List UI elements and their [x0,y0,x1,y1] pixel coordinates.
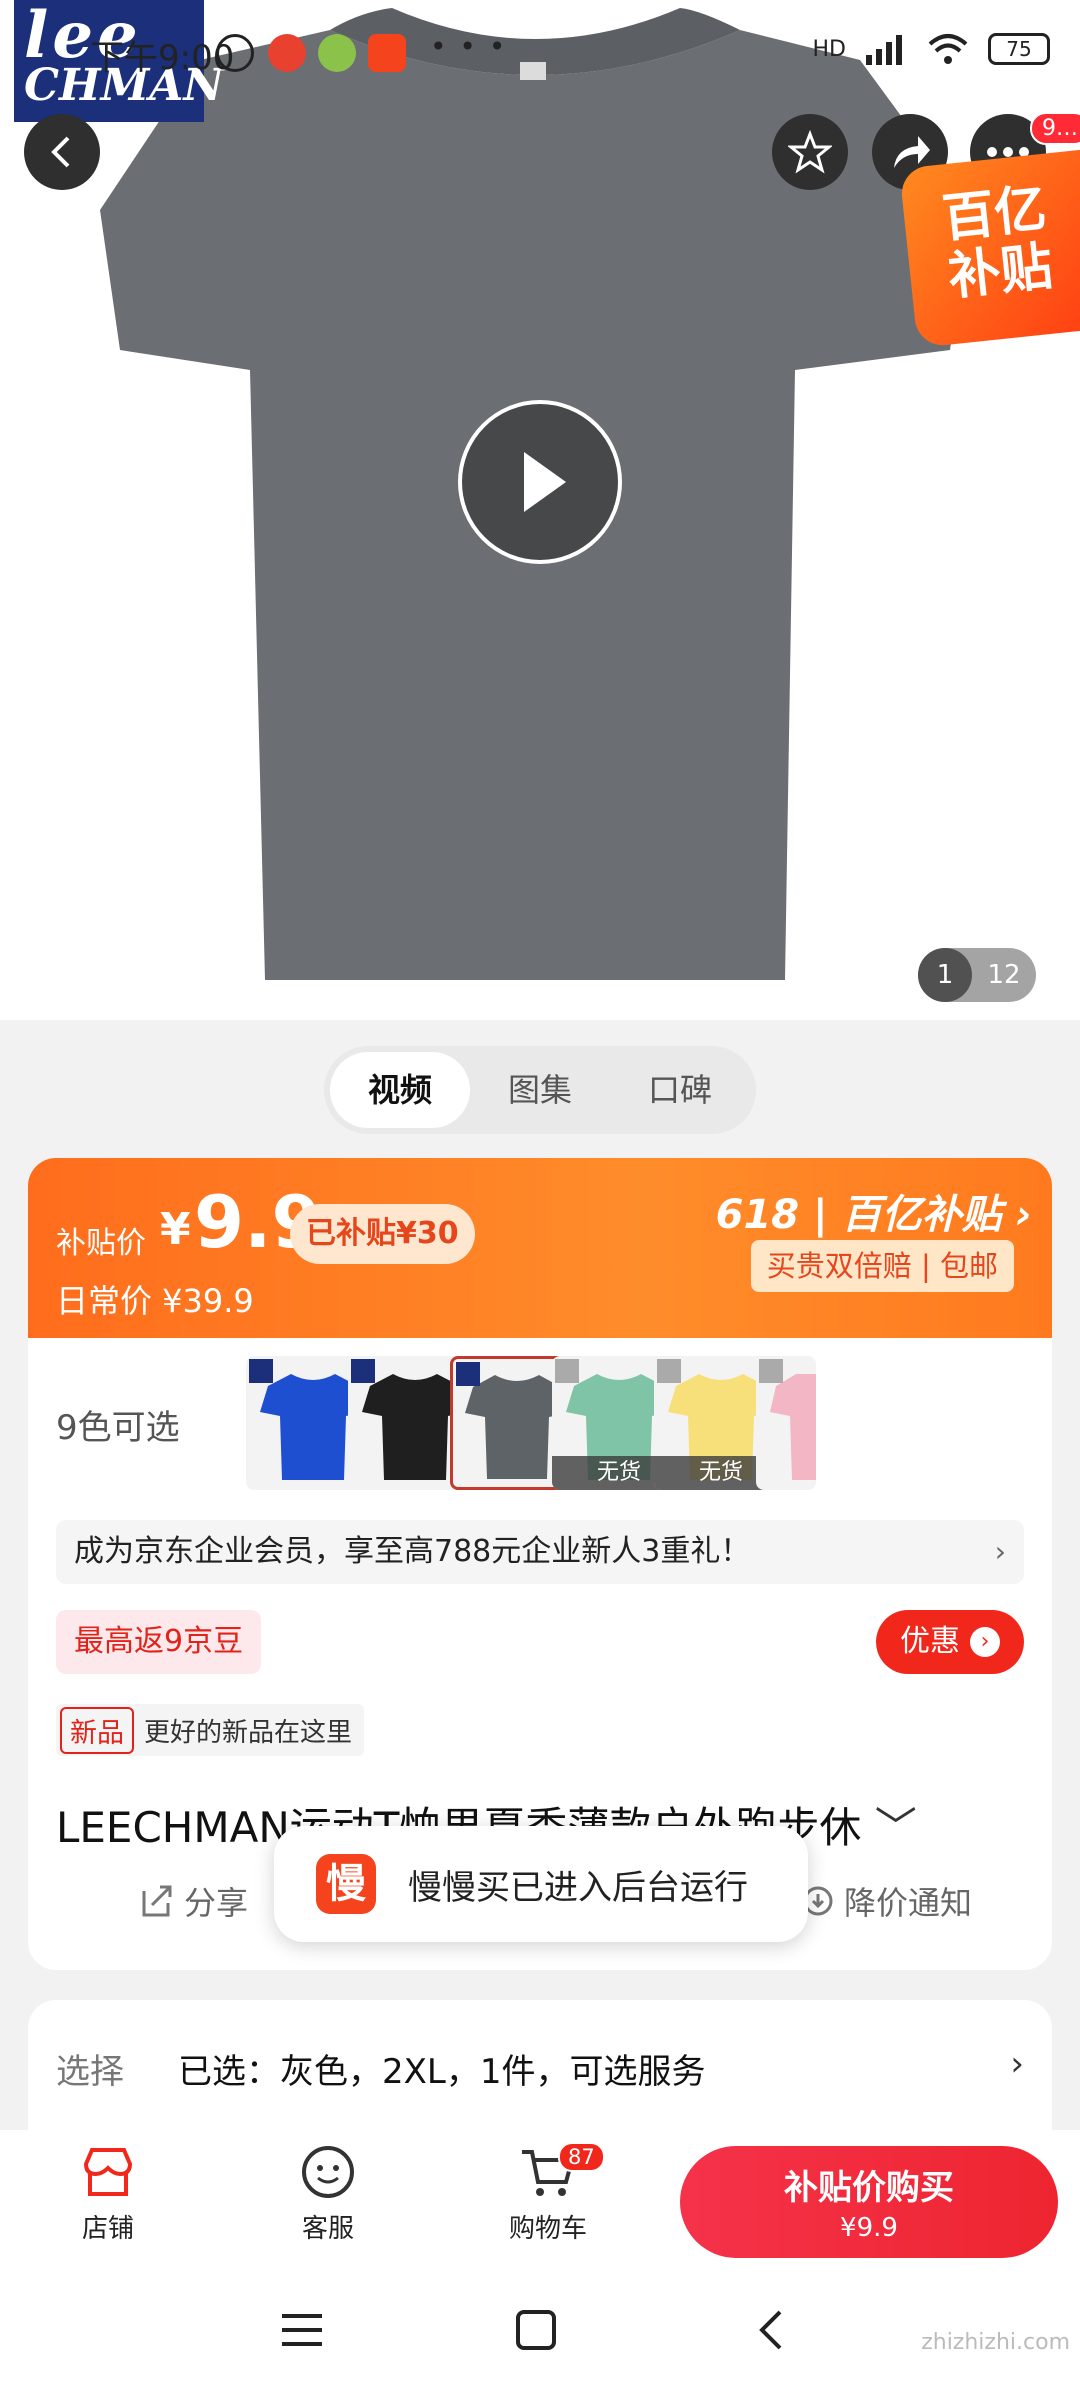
color-selector: 9色可选 无货 无货 [28,1354,1052,1494]
status-time: 下午9:00 [90,38,235,78]
home-icon[interactable] [514,2308,558,2352]
message-badge: 9… [1030,112,1080,145]
signal-icon [866,35,902,65]
back-button[interactable] [24,114,100,190]
hd-label: HD [812,36,846,62]
price-banner: 补贴价 ¥ 9.9 已补贴¥30 日常价 ¥39.9 618 | 百亿补贴 › … [28,1158,1052,1338]
subsidy-price-label: 补贴价 [56,1226,146,1261]
share-icon [142,1885,172,1917]
chevron-left-icon [51,136,70,168]
play-icon [524,452,566,512]
chat-face-icon [302,2146,354,2198]
brand-mini-logo [456,1362,480,1386]
cart-count-badge: 87 [558,2142,605,2172]
currency-symbol: ¥ [160,1204,191,1255]
store-button[interactable]: 店铺 [48,2144,168,2245]
subsidy-amount-badge: 已补贴¥30 [290,1204,475,1264]
image-pager: 1 12 [918,948,1036,1002]
chevron-right-icon: › [970,1627,1000,1657]
customer-service-button[interactable]: 客服 [268,2144,388,2245]
brand-mini-logo [351,1359,375,1383]
system-navigation-bar [0,2308,1080,2378]
star-icon [788,130,832,174]
bottom-action-bar: 店铺 客服 购物车 87 补贴价购买 ¥9.9 [0,2130,1080,2400]
brand-mini-logo [657,1359,681,1383]
app-notification-icon-2 [318,34,356,72]
jd-bean-badge: 最高返9京豆 [56,1610,262,1674]
chevron-down-icon: ﹀ [874,1803,917,1852]
guarantee-badge: 买贵双倍赔 | 包邮 [750,1240,1014,1292]
tab-gallery[interactable]: 图集 [470,1052,610,1128]
tab-video[interactable]: 视频 [330,1052,470,1128]
brand-mini-logo [555,1359,579,1383]
watermark: zhizhizhi.com [921,2330,1070,2355]
color-count-label: 9色可选 [56,1408,180,1448]
store-icon [83,2148,133,2196]
favorite-button[interactable] [772,114,848,190]
selection-value: 已选：灰色，2XL，1件，可选服务 [178,2052,706,2092]
background-running-toast: 慢 慢慢买已进入后台运行 [274,1826,808,1942]
manmanmai-app-icon: 慢 [316,1854,376,1914]
new-tag: 新品 [60,1706,134,1754]
product-image-area[interactable]: lee CHMAN 下午9:00 • • • HD 75 9… 百亿 补贴 1 … [0,0,1080,1020]
status-bar: 下午9:00 • • • HD 75 [0,28,1080,78]
battery-indicator: 75 [988,33,1050,65]
share-action[interactable]: 分享 [138,1878,248,1924]
brand-mini-logo [759,1359,783,1383]
wifi-icon [928,34,968,64]
manmanmai-icon [368,34,406,72]
spec-selection-row[interactable]: 选择 已选：灰色，2XL，1件，可选服务 › [28,2000,1052,2130]
selection-label: 选择 [56,2052,124,2092]
subsidy-tag: 百亿 补贴 [899,148,1080,348]
back-nav-icon[interactable] [750,2308,794,2352]
new-product-entry[interactable]: 新品 更好的新品在这里 [56,1704,365,1756]
enterprise-member-banner[interactable]: 成为京东企业会员，享至高788元企业新人3重礼！ › [56,1520,1024,1584]
play-video-button[interactable] [458,400,622,564]
chevron-right-icon: › [1010,2044,1024,2084]
menu-icon[interactable] [280,2308,324,2352]
tab-reviews[interactable]: 口碑 [610,1052,750,1128]
daily-price: 日常价 ¥39.9 [56,1282,254,1320]
price-alert-action[interactable]: 降价通知 [802,1878,972,1924]
cart-button[interactable]: 购物车 87 [488,2142,608,2245]
alarm-icon [216,34,254,72]
chevron-right-icon: › [994,1535,1006,1568]
more-notifications: • • • [430,30,508,63]
buy-now-button[interactable]: 补贴价购买 ¥9.9 [680,2146,1058,2258]
brand-mini-logo [249,1359,273,1383]
coupon-button[interactable]: 优惠 › [876,1610,1024,1674]
media-tabs: 视频 图集 口碑 [324,1046,756,1134]
color-swatch-more[interactable] [756,1356,816,1490]
app-notification-icon [268,34,306,72]
promo-618-link[interactable]: 618 | 百亿补贴 › [716,1182,1032,1240]
